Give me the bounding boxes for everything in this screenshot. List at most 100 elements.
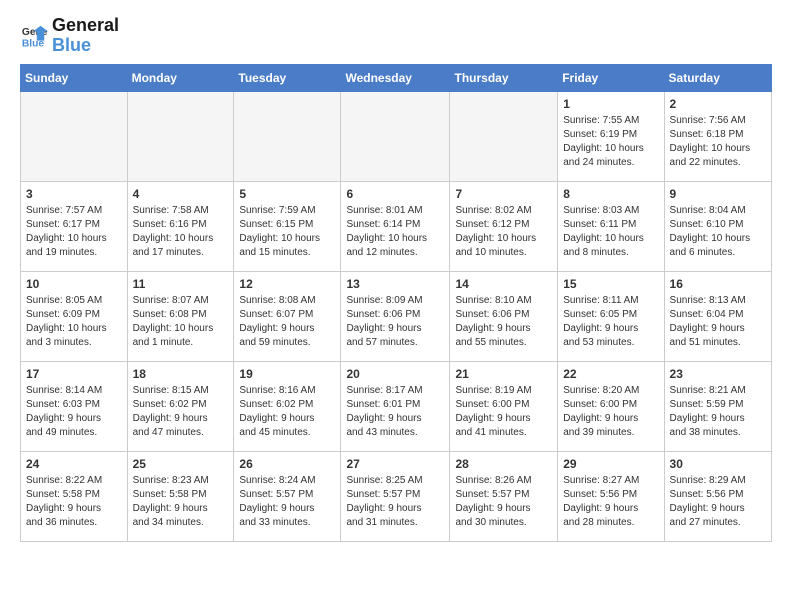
day-info: Sunrise: 8:21 AM Sunset: 5:59 PM Dayligh… bbox=[670, 384, 766, 440]
calendar-cell: 21Sunrise: 8:19 AM Sunset: 6:00 PM Dayli… bbox=[450, 361, 558, 451]
calendar-cell bbox=[450, 91, 558, 181]
day-info: Sunrise: 8:22 AM Sunset: 5:58 PM Dayligh… bbox=[26, 474, 122, 530]
day-info: Sunrise: 8:07 AM Sunset: 6:08 PM Dayligh… bbox=[133, 294, 229, 350]
day-info: Sunrise: 8:23 AM Sunset: 5:58 PM Dayligh… bbox=[133, 474, 229, 530]
day-info: Sunrise: 8:19 AM Sunset: 6:00 PM Dayligh… bbox=[455, 384, 552, 440]
day-number: 16 bbox=[670, 276, 766, 293]
calendar-cell: 17Sunrise: 8:14 AM Sunset: 6:03 PM Dayli… bbox=[21, 361, 128, 451]
day-info: Sunrise: 8:11 AM Sunset: 6:05 PM Dayligh… bbox=[563, 294, 658, 350]
day-number: 4 bbox=[133, 186, 229, 203]
day-info: Sunrise: 8:16 AM Sunset: 6:02 PM Dayligh… bbox=[239, 384, 335, 440]
logo: General Blue GeneralBlue bbox=[20, 16, 119, 56]
calendar-cell: 13Sunrise: 8:09 AM Sunset: 6:06 PM Dayli… bbox=[341, 271, 450, 361]
day-info: Sunrise: 8:08 AM Sunset: 6:07 PM Dayligh… bbox=[239, 294, 335, 350]
calendar-cell: 22Sunrise: 8:20 AM Sunset: 6:00 PM Dayli… bbox=[558, 361, 664, 451]
calendar-table: SundayMondayTuesdayWednesdayThursdayFrid… bbox=[20, 64, 772, 542]
calendar-cell bbox=[234, 91, 341, 181]
calendar-cell: 15Sunrise: 8:11 AM Sunset: 6:05 PM Dayli… bbox=[558, 271, 664, 361]
weekday-header: Monday bbox=[127, 64, 234, 91]
calendar-cell: 18Sunrise: 8:15 AM Sunset: 6:02 PM Dayli… bbox=[127, 361, 234, 451]
calendar-week-row: 17Sunrise: 8:14 AM Sunset: 6:03 PM Dayli… bbox=[21, 361, 772, 451]
calendar-header-row: SundayMondayTuesdayWednesdayThursdayFrid… bbox=[21, 64, 772, 91]
day-number: 6 bbox=[346, 186, 444, 203]
calendar-cell: 11Sunrise: 8:07 AM Sunset: 6:08 PM Dayli… bbox=[127, 271, 234, 361]
day-number: 23 bbox=[670, 366, 766, 383]
day-info: Sunrise: 8:17 AM Sunset: 6:01 PM Dayligh… bbox=[346, 384, 444, 440]
day-number: 10 bbox=[26, 276, 122, 293]
calendar-cell: 10Sunrise: 8:05 AM Sunset: 6:09 PM Dayli… bbox=[21, 271, 128, 361]
day-number: 21 bbox=[455, 366, 552, 383]
day-number: 28 bbox=[455, 456, 552, 473]
day-number: 5 bbox=[239, 186, 335, 203]
calendar-cell: 24Sunrise: 8:22 AM Sunset: 5:58 PM Dayli… bbox=[21, 451, 128, 541]
calendar-cell: 9Sunrise: 8:04 AM Sunset: 6:10 PM Daylig… bbox=[664, 181, 771, 271]
day-info: Sunrise: 8:03 AM Sunset: 6:11 PM Dayligh… bbox=[563, 204, 658, 260]
calendar-cell: 6Sunrise: 8:01 AM Sunset: 6:14 PM Daylig… bbox=[341, 181, 450, 271]
day-info: Sunrise: 8:20 AM Sunset: 6:00 PM Dayligh… bbox=[563, 384, 658, 440]
day-info: Sunrise: 8:05 AM Sunset: 6:09 PM Dayligh… bbox=[26, 294, 122, 350]
day-number: 14 bbox=[455, 276, 552, 293]
day-number: 12 bbox=[239, 276, 335, 293]
day-number: 20 bbox=[346, 366, 444, 383]
calendar-cell: 23Sunrise: 8:21 AM Sunset: 5:59 PM Dayli… bbox=[664, 361, 771, 451]
calendar-cell: 14Sunrise: 8:10 AM Sunset: 6:06 PM Dayli… bbox=[450, 271, 558, 361]
day-info: Sunrise: 8:14 AM Sunset: 6:03 PM Dayligh… bbox=[26, 384, 122, 440]
day-info: Sunrise: 8:27 AM Sunset: 5:56 PM Dayligh… bbox=[563, 474, 658, 530]
day-number: 26 bbox=[239, 456, 335, 473]
calendar-cell: 1Sunrise: 7:55 AM Sunset: 6:19 PM Daylig… bbox=[558, 91, 664, 181]
calendar-week-row: 1Sunrise: 7:55 AM Sunset: 6:19 PM Daylig… bbox=[21, 91, 772, 181]
calendar-cell: 30Sunrise: 8:29 AM Sunset: 5:56 PM Dayli… bbox=[664, 451, 771, 541]
day-info: Sunrise: 8:15 AM Sunset: 6:02 PM Dayligh… bbox=[133, 384, 229, 440]
calendar-cell: 7Sunrise: 8:02 AM Sunset: 6:12 PM Daylig… bbox=[450, 181, 558, 271]
calendar-cell bbox=[21, 91, 128, 181]
day-info: Sunrise: 8:02 AM Sunset: 6:12 PM Dayligh… bbox=[455, 204, 552, 260]
day-number: 9 bbox=[670, 186, 766, 203]
day-number: 27 bbox=[346, 456, 444, 473]
day-number: 17 bbox=[26, 366, 122, 383]
logo-icon: General Blue bbox=[20, 22, 48, 50]
day-info: Sunrise: 8:24 AM Sunset: 5:57 PM Dayligh… bbox=[239, 474, 335, 530]
day-number: 30 bbox=[670, 456, 766, 473]
page-wrapper: General Blue GeneralBlue SundayMondayTue… bbox=[20, 16, 772, 542]
day-info: Sunrise: 8:13 AM Sunset: 6:04 PM Dayligh… bbox=[670, 294, 766, 350]
day-number: 1 bbox=[563, 96, 658, 113]
day-number: 8 bbox=[563, 186, 658, 203]
calendar-cell bbox=[127, 91, 234, 181]
day-info: Sunrise: 8:04 AM Sunset: 6:10 PM Dayligh… bbox=[670, 204, 766, 260]
weekday-header: Saturday bbox=[664, 64, 771, 91]
day-number: 11 bbox=[133, 276, 229, 293]
calendar-cell: 25Sunrise: 8:23 AM Sunset: 5:58 PM Dayli… bbox=[127, 451, 234, 541]
day-number: 13 bbox=[346, 276, 444, 293]
day-number: 29 bbox=[563, 456, 658, 473]
day-info: Sunrise: 8:01 AM Sunset: 6:14 PM Dayligh… bbox=[346, 204, 444, 260]
day-info: Sunrise: 8:26 AM Sunset: 5:57 PM Dayligh… bbox=[455, 474, 552, 530]
calendar-cell: 5Sunrise: 7:59 AM Sunset: 6:15 PM Daylig… bbox=[234, 181, 341, 271]
day-info: Sunrise: 8:10 AM Sunset: 6:06 PM Dayligh… bbox=[455, 294, 552, 350]
weekday-header: Thursday bbox=[450, 64, 558, 91]
logo-text: GeneralBlue bbox=[52, 16, 119, 56]
day-info: Sunrise: 8:29 AM Sunset: 5:56 PM Dayligh… bbox=[670, 474, 766, 530]
calendar-cell: 28Sunrise: 8:26 AM Sunset: 5:57 PM Dayli… bbox=[450, 451, 558, 541]
day-number: 7 bbox=[455, 186, 552, 203]
day-number: 2 bbox=[670, 96, 766, 113]
day-number: 25 bbox=[133, 456, 229, 473]
weekday-header: Tuesday bbox=[234, 64, 341, 91]
day-number: 18 bbox=[133, 366, 229, 383]
calendar-cell: 16Sunrise: 8:13 AM Sunset: 6:04 PM Dayli… bbox=[664, 271, 771, 361]
calendar-cell: 4Sunrise: 7:58 AM Sunset: 6:16 PM Daylig… bbox=[127, 181, 234, 271]
calendar-week-row: 10Sunrise: 8:05 AM Sunset: 6:09 PM Dayli… bbox=[21, 271, 772, 361]
calendar-cell: 19Sunrise: 8:16 AM Sunset: 6:02 PM Dayli… bbox=[234, 361, 341, 451]
calendar-cell: 8Sunrise: 8:03 AM Sunset: 6:11 PM Daylig… bbox=[558, 181, 664, 271]
day-number: 15 bbox=[563, 276, 658, 293]
day-info: Sunrise: 7:56 AM Sunset: 6:18 PM Dayligh… bbox=[670, 114, 766, 170]
weekday-header: Friday bbox=[558, 64, 664, 91]
day-info: Sunrise: 7:57 AM Sunset: 6:17 PM Dayligh… bbox=[26, 204, 122, 260]
calendar-cell: 3Sunrise: 7:57 AM Sunset: 6:17 PM Daylig… bbox=[21, 181, 128, 271]
day-info: Sunrise: 7:58 AM Sunset: 6:16 PM Dayligh… bbox=[133, 204, 229, 260]
calendar-cell: 29Sunrise: 8:27 AM Sunset: 5:56 PM Dayli… bbox=[558, 451, 664, 541]
day-number: 22 bbox=[563, 366, 658, 383]
day-info: Sunrise: 8:25 AM Sunset: 5:57 PM Dayligh… bbox=[346, 474, 444, 530]
weekday-header: Sunday bbox=[21, 64, 128, 91]
weekday-header: Wednesday bbox=[341, 64, 450, 91]
calendar-cell: 27Sunrise: 8:25 AM Sunset: 5:57 PM Dayli… bbox=[341, 451, 450, 541]
